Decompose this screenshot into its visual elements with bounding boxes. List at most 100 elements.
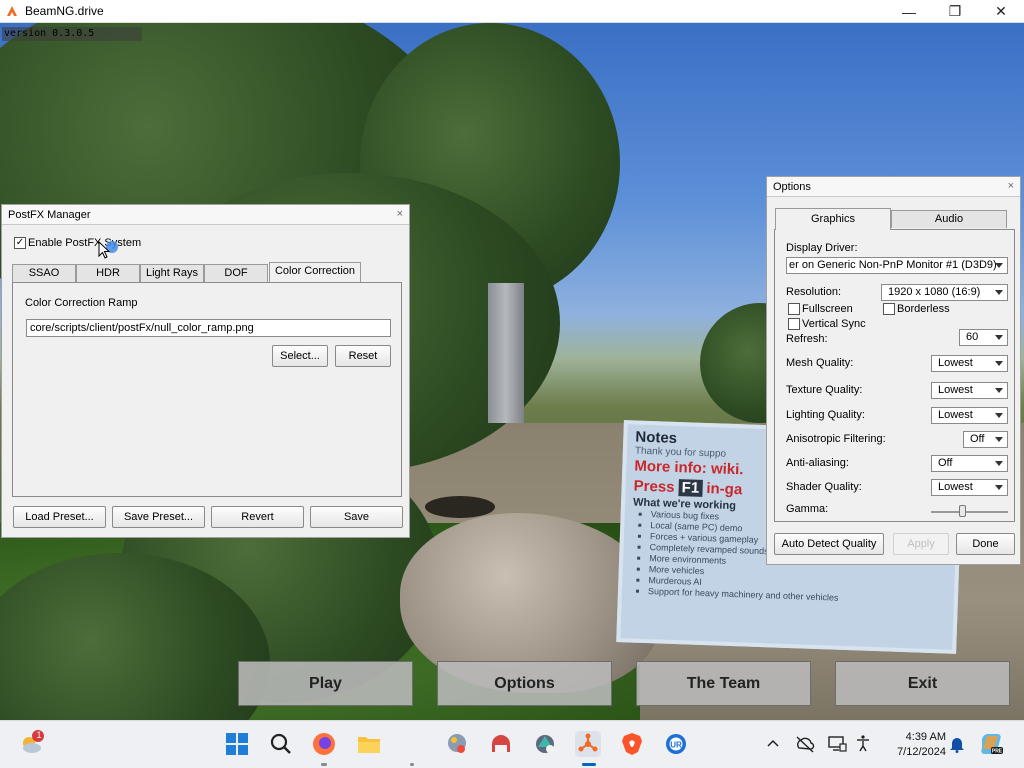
beamng-logo-icon [7, 6, 17, 16]
display-driver-select[interactable]: er on Generic Non-PnP Monitor #1 (D3D9) [786, 257, 1008, 274]
tab-graphics[interactable]: Graphics [775, 208, 891, 230]
minimize-button[interactable]: — [886, 0, 932, 23]
brave-icon[interactable] [619, 731, 645, 757]
mesh-quality-value: Lowest [938, 357, 973, 369]
dialog-titlebar[interactable]: PostFX Manager × [2, 205, 409, 225]
tab-color-correction[interactable]: Color Correction [269, 262, 361, 282]
vertical-sync-label[interactable]: Vertical Sync [802, 318, 866, 330]
display-driver-value: er on Generic Non-PnP Monitor #1 (D3D9) [789, 259, 997, 271]
running-indicator [410, 763, 414, 766]
svg-text:PRE: PRE [992, 749, 1003, 755]
dialog-title: Options [773, 180, 811, 193]
postfx-manager-dialog: PostFX Manager × ✓ Enable PostFX System … [1, 204, 410, 538]
vertical-sync-checkbox[interactable] [788, 318, 800, 330]
mouse-cursor-icon [98, 241, 118, 259]
firefox-icon[interactable] [311, 731, 337, 757]
color-ramp-path-input[interactable]: core/scripts/client/postFx/null_color_ra… [26, 319, 391, 337]
close-icon[interactable]: × [1008, 180, 1014, 192]
lighting-quality-value: Lowest [938, 409, 973, 421]
borderless-label[interactable]: Borderless [897, 303, 950, 315]
borderless-checkbox[interactable] [883, 303, 895, 315]
done-button[interactable]: Done [956, 533, 1015, 555]
network-off-icon[interactable] [792, 731, 818, 757]
gamma-slider-thumb[interactable] [959, 505, 966, 517]
tree-trunk [488, 283, 524, 423]
clock-time: 4:39 AM [905, 731, 946, 743]
mesh-quality-select[interactable]: Lowest [931, 355, 1008, 372]
shader-quality-select[interactable]: Lowest [931, 479, 1008, 496]
lighting-quality-label: Lighting Quality: [786, 409, 865, 421]
anti-aliasing-value: Off [938, 457, 953, 469]
weather-icon[interactable]: 1 [18, 730, 44, 756]
accessibility-icon[interactable] [850, 731, 876, 757]
chevron-down-icon [995, 388, 1003, 393]
reset-button[interactable]: Reset [335, 345, 391, 367]
anisotropic-filtering-select[interactable]: Off [963, 431, 1008, 448]
enable-postfx-label[interactable]: Enable PostFX System [28, 237, 141, 249]
refresh-select[interactable]: 60 [959, 329, 1008, 346]
display-driver-label: Display Driver: [786, 242, 858, 254]
close-button[interactable]: ✕ [978, 0, 1024, 23]
tab-audio[interactable]: Audio [891, 210, 1007, 228]
texture-quality-value: Lowest [938, 384, 973, 396]
app-icon-2[interactable] [488, 731, 514, 757]
close-icon[interactable]: × [397, 208, 403, 220]
fullscreen-checkbox[interactable] [788, 303, 800, 315]
auto-detect-quality-button[interactable]: Auto Detect Quality [774, 533, 884, 555]
texture-quality-select[interactable]: Lowest [931, 382, 1008, 399]
windows-start-icon[interactable] [224, 731, 250, 757]
chevron-down-icon [995, 290, 1003, 295]
chevron-down-icon [995, 485, 1003, 490]
tab-dof[interactable]: DOF [204, 264, 268, 282]
the-team-button[interactable]: The Team [636, 661, 811, 706]
chevron-up-icon[interactable] [760, 731, 786, 757]
tab-ssao[interactable]: SSAO [12, 264, 76, 282]
version-label: version 0.3.0.5 [2, 27, 142, 41]
dialog-titlebar[interactable]: Options × [767, 177, 1020, 197]
beamng-icon[interactable] [575, 731, 601, 757]
load-preset-button[interactable]: Load Preset... [13, 506, 106, 528]
lighting-quality-select[interactable]: Lowest [931, 407, 1008, 424]
play-button[interactable]: Play [238, 661, 413, 706]
options-dialog: Options × Graphics Audio Display Driver:… [766, 176, 1021, 565]
shader-quality-label: Shader Quality: [786, 481, 862, 493]
app-icon-ur[interactable]: UR [663, 731, 689, 757]
resolution-label: Resolution: [786, 286, 842, 298]
app-icon-1[interactable] [444, 731, 470, 757]
options-button[interactable]: Options [437, 661, 612, 706]
revert-button[interactable]: Revert [211, 506, 304, 528]
notes-press-suffix: in-ga [706, 480, 743, 499]
file-explorer-icon[interactable] [356, 731, 382, 757]
tab-hdr[interactable]: HDR [76, 264, 140, 282]
resolution-value: 1920 x 1080 (16:9) [888, 286, 981, 298]
tab-light-rays[interactable]: Light Rays [140, 264, 204, 282]
notification-bell-icon[interactable] [944, 731, 970, 757]
enable-postfx-checkbox[interactable]: ✓ [14, 237, 26, 249]
window-titlebar: BeamNG.drive — ❐ ✕ [0, 0, 1024, 23]
save-preset-button[interactable]: Save Preset... [112, 506, 205, 528]
gamma-slider[interactable] [931, 511, 1008, 513]
app-icon-3[interactable] [532, 731, 558, 757]
save-button[interactable]: Save [310, 506, 403, 528]
notes-press: Press [633, 477, 675, 496]
anti-aliasing-select[interactable]: Off [931, 455, 1008, 472]
apply-button[interactable]: Apply [893, 533, 949, 555]
chevron-down-icon [995, 335, 1003, 340]
resolution-select[interactable]: 1920 x 1080 (16:9) [881, 284, 1008, 301]
chevron-down-icon [995, 437, 1003, 442]
gamma-label: Gamma: [786, 503, 829, 515]
ground-hole [425, 496, 495, 518]
running-indicator [321, 763, 327, 766]
maximize-button[interactable]: ❐ [932, 0, 978, 23]
display-icon[interactable] [824, 731, 850, 757]
exit-button[interactable]: Exit [835, 661, 1010, 706]
anisotropic-filtering-value: Off [970, 433, 985, 445]
svg-text:UR: UR [670, 741, 682, 750]
search-icon[interactable] [268, 731, 294, 757]
taskbar: 1 UR 4:39 AM 7/12/2024 PRE [0, 720, 1024, 768]
fullscreen-label[interactable]: Fullscreen [802, 303, 853, 315]
system-clock[interactable]: 4:39 AM 7/12/2024 [897, 730, 946, 760]
select-button[interactable]: Select... [272, 345, 328, 367]
chevron-down-icon [995, 413, 1003, 418]
copilot-icon[interactable]: PRE [978, 731, 1004, 757]
